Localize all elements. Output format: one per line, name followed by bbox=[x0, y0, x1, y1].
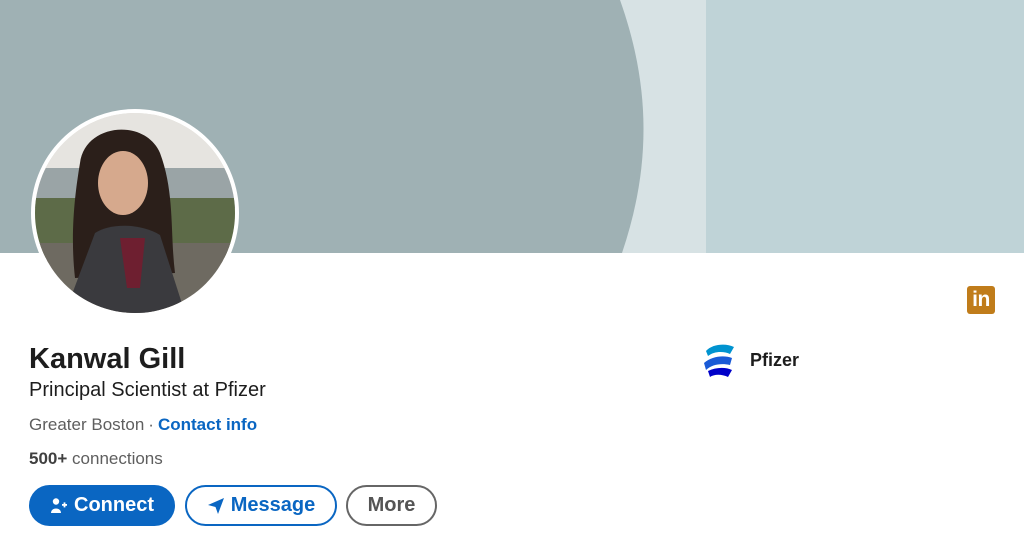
connections-number: 500+ bbox=[29, 449, 68, 468]
add-person-icon bbox=[51, 497, 67, 513]
connections-label: connections bbox=[72, 449, 163, 468]
contact-info-link[interactable]: Contact info bbox=[158, 415, 257, 434]
more-label: More bbox=[367, 494, 416, 516]
connect-button[interactable]: Connect bbox=[29, 485, 175, 526]
company-name: Pfizer bbox=[750, 349, 800, 370]
connections-count[interactable]: 500+ connections bbox=[29, 449, 163, 469]
message-label: Message bbox=[230, 494, 316, 516]
linkedin-icon: in bbox=[967, 286, 995, 314]
profile-name: Kanwal Gill bbox=[29, 343, 186, 375]
separator: · bbox=[148, 415, 154, 434]
profile-headline: Principal Scientist at Pfizer bbox=[29, 379, 266, 401]
connect-label: Connect bbox=[74, 494, 154, 516]
profile-avatar[interactable] bbox=[31, 109, 239, 317]
more-button[interactable]: More bbox=[346, 485, 437, 526]
location-row: Greater Boston · Contact info bbox=[29, 415, 257, 435]
location-text: Greater Boston bbox=[29, 415, 145, 434]
current-company[interactable]: Pfizer bbox=[700, 341, 799, 379]
message-button[interactable]: Message bbox=[185, 485, 337, 526]
pfizer-logo-icon bbox=[704, 344, 734, 377]
send-icon bbox=[207, 497, 224, 514]
